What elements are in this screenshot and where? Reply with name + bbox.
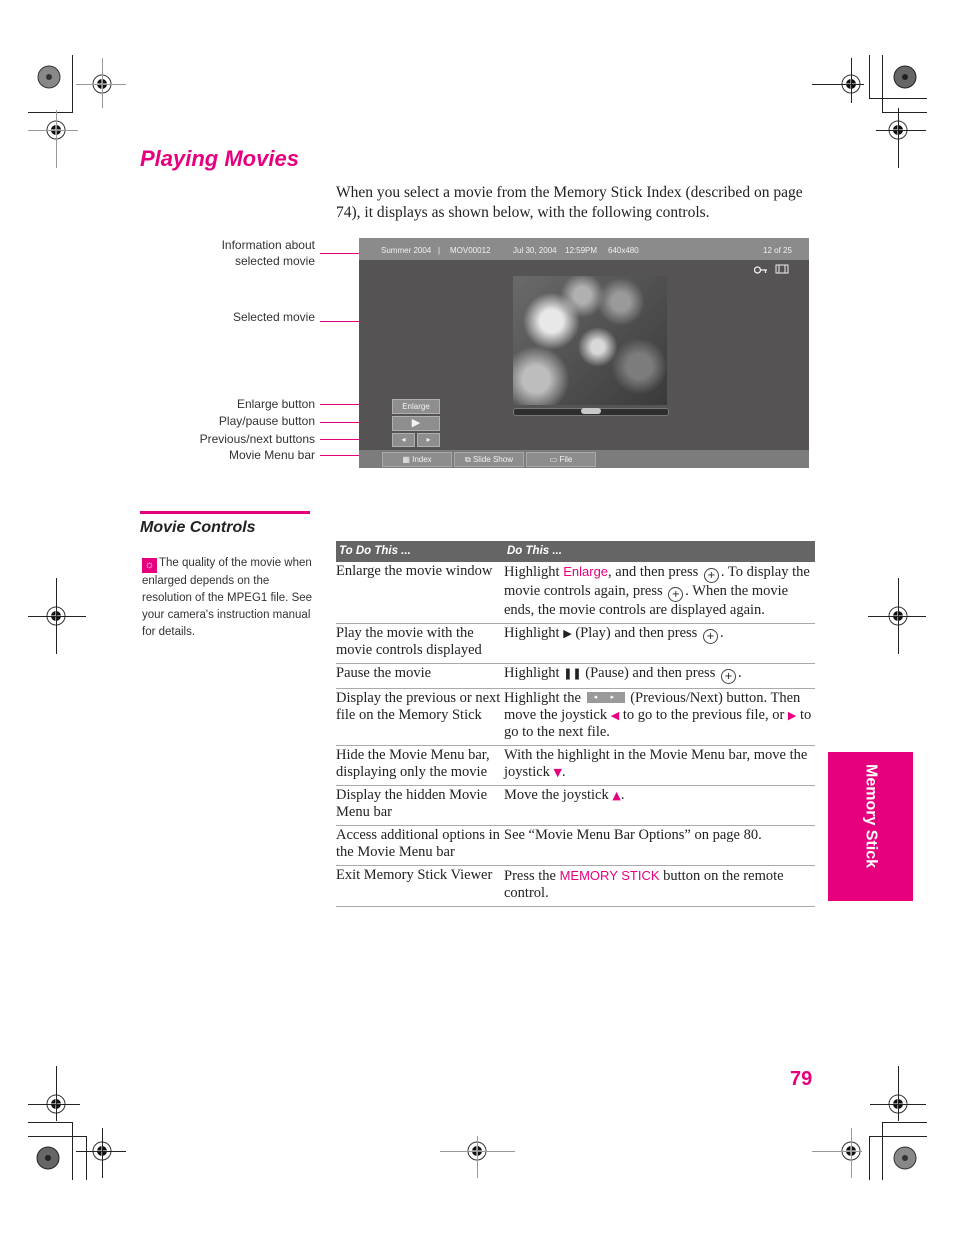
joystick-up-icon: ▲ — [612, 789, 621, 802]
memory-stick-keyword: MEMORY STICK — [559, 868, 660, 883]
lightbulb-icon: ☼ — [142, 558, 157, 573]
previous-button[interactable]: ◂ — [392, 433, 415, 447]
callout-info: Information about selected movie — [221, 238, 315, 268]
joystick-button-icon: + — [703, 568, 719, 583]
joystick-down-icon: ▼ — [553, 766, 563, 779]
action-cell: Hide the Movie Menu bar, displaying only… — [336, 745, 504, 786]
table-header-row: To Do This ... Do This ... — [336, 541, 815, 562]
instruction-cell: Press the MEMORY STICK button on the rem… — [504, 865, 815, 907]
color-target-icon — [893, 65, 917, 89]
chapter-side-tab-label: Memory Stick — [862, 764, 880, 869]
status-icons — [753, 264, 789, 277]
callout-enlarge: Enlarge button — [236, 397, 315, 411]
action-cell: Display the previous or next file on the… — [336, 688, 504, 746]
file-resolution: 640x480 — [608, 246, 639, 255]
callout-menu-bar: Movie Menu bar — [228, 448, 315, 462]
crop-line — [28, 112, 73, 113]
menu-slideshow-button[interactable]: ⧉ Slide Show — [454, 452, 524, 467]
menu-slideshow-label: Slide Show — [472, 455, 513, 464]
instruction-cell: Move the joystick ▲. — [504, 785, 815, 826]
action-cell: Display the hidden Movie Menu bar — [336, 785, 504, 826]
color-target-icon — [36, 1146, 60, 1170]
crop-line — [72, 55, 73, 112]
table-row: Exit Memory Stick Viewer Press the MEMOR… — [336, 865, 815, 907]
action-cell: Access additional options in the Movie M… — [336, 825, 504, 866]
color-target-icon — [37, 65, 61, 89]
menu-file-button[interactable]: ▭ File — [526, 452, 596, 467]
key-icon — [753, 266, 767, 274]
column-header: To Do This ... — [336, 541, 504, 562]
file-time: 12:59PM — [565, 246, 598, 255]
action-cell: Exit Memory Stick Viewer — [336, 865, 504, 907]
intro-paragraph: When you select a movie from the Memory … — [336, 184, 803, 221]
action-cell: Pause the movie — [336, 663, 504, 689]
menu-index-label: Index — [412, 455, 432, 464]
play-icon: ▶ — [563, 627, 572, 640]
chapter-side-tab: Memory Stick — [828, 752, 913, 901]
joystick-button-icon: + — [720, 669, 736, 684]
playback-progress-bar[interactable] — [513, 408, 669, 416]
table-row: Pause the movie Highlight ❚❚ (Pause) and… — [336, 663, 815, 689]
instruction-cell: Highlight ❚❚ (Pause) and then press +. — [504, 663, 815, 689]
callout-selected-movie: Selected movie — [232, 310, 315, 324]
page-title: Playing Movies — [140, 146, 299, 171]
enlarge-button[interactable]: Enlarge — [392, 399, 440, 414]
table-row: Enlarge the movie window Highlight Enlar… — [336, 562, 815, 624]
menu-index-button[interactable]: ▦ Index — [382, 452, 452, 467]
file-name: MOV00012 — [450, 246, 491, 255]
instruction-cell: With the highlight in the Movie Menu bar… — [504, 745, 815, 786]
film-icon — [775, 264, 789, 274]
table-row: Access additional options in the Movie M… — [336, 825, 815, 866]
instruction-cell: Highlight ▶ (Play) and then press +. — [504, 623, 815, 664]
joystick-left-icon: ◀ — [610, 709, 620, 722]
tip-text: The quality of the movie when enlarged d… — [142, 557, 313, 638]
joystick-button-icon: + — [668, 587, 684, 602]
callout-prev-next: Previous/next buttons — [199, 432, 315, 446]
callout-play-pause: Play/pause button — [218, 414, 315, 428]
enlarge-keyword: Enlarge — [563, 564, 609, 579]
play-pause-button[interactable]: ▶ — [392, 416, 440, 431]
section-rule — [140, 511, 310, 514]
table-row: Play the movie with the movie controls d… — [336, 623, 815, 664]
menu-file-label: File — [559, 455, 573, 464]
slideshow-icon: ⧉ — [465, 455, 471, 464]
next-button[interactable]: ▸ — [417, 433, 440, 447]
album-name: Summer 2004 — [381, 246, 432, 255]
table-row: Hide the Movie Menu bar, displaying only… — [336, 745, 815, 786]
file-counter: 12 of 25 — [763, 246, 792, 255]
grid-icon: ▦ — [402, 455, 410, 464]
movie-menu-bar: ▦ Index ⧉ Slide Show ▭ File — [359, 450, 809, 468]
file-icon: ▭ — [549, 455, 558, 464]
file-date: Jul 30, 2004 — [513, 246, 557, 255]
page-number: 79 — [790, 1068, 813, 1090]
instruction-cell: Highlight the ◂ ▸ (Previous/Next) button.… — [504, 688, 815, 746]
table-row: Display the previous or next file on the… — [336, 688, 815, 746]
info-separator: | — [438, 246, 441, 255]
action-cell: Play the movie with the movie controls d… — [336, 623, 504, 664]
color-target-icon — [893, 1146, 917, 1170]
playback-progress-thumb[interactable] — [581, 408, 601, 414]
instruction-cell: See “Movie Menu Bar Options” on page 80. — [504, 825, 815, 866]
movie-controls-table: To Do This ... Do This ... Enlarge the m… — [336, 541, 815, 907]
section-heading: Movie Controls — [140, 519, 256, 536]
tip-note: ☼ The quality of the movie when enlarged … — [142, 555, 314, 641]
pause-icon: ❚❚ — [563, 667, 582, 680]
table-row: Display the hidden Movie Menu bar Move t… — [336, 785, 815, 826]
movie-info-bar: Summer 2004 | MOV00012 Jul 30, 2004 12:5… — [359, 238, 809, 260]
instruction-cell: Highlight Enlarge, and then press +. To … — [504, 562, 815, 624]
column-header: Do This ... — [504, 541, 815, 562]
movie-screen-illustration: Summer 2004 | MOV00012 Jul 30, 2004 12:5… — [359, 238, 809, 468]
selected-movie-frame[interactable] — [513, 276, 667, 405]
action-cell: Enlarge the movie window — [336, 562, 504, 624]
previous-next-button-icon: ◂ ▸ — [586, 692, 625, 703]
joystick-button-icon: + — [702, 629, 718, 644]
